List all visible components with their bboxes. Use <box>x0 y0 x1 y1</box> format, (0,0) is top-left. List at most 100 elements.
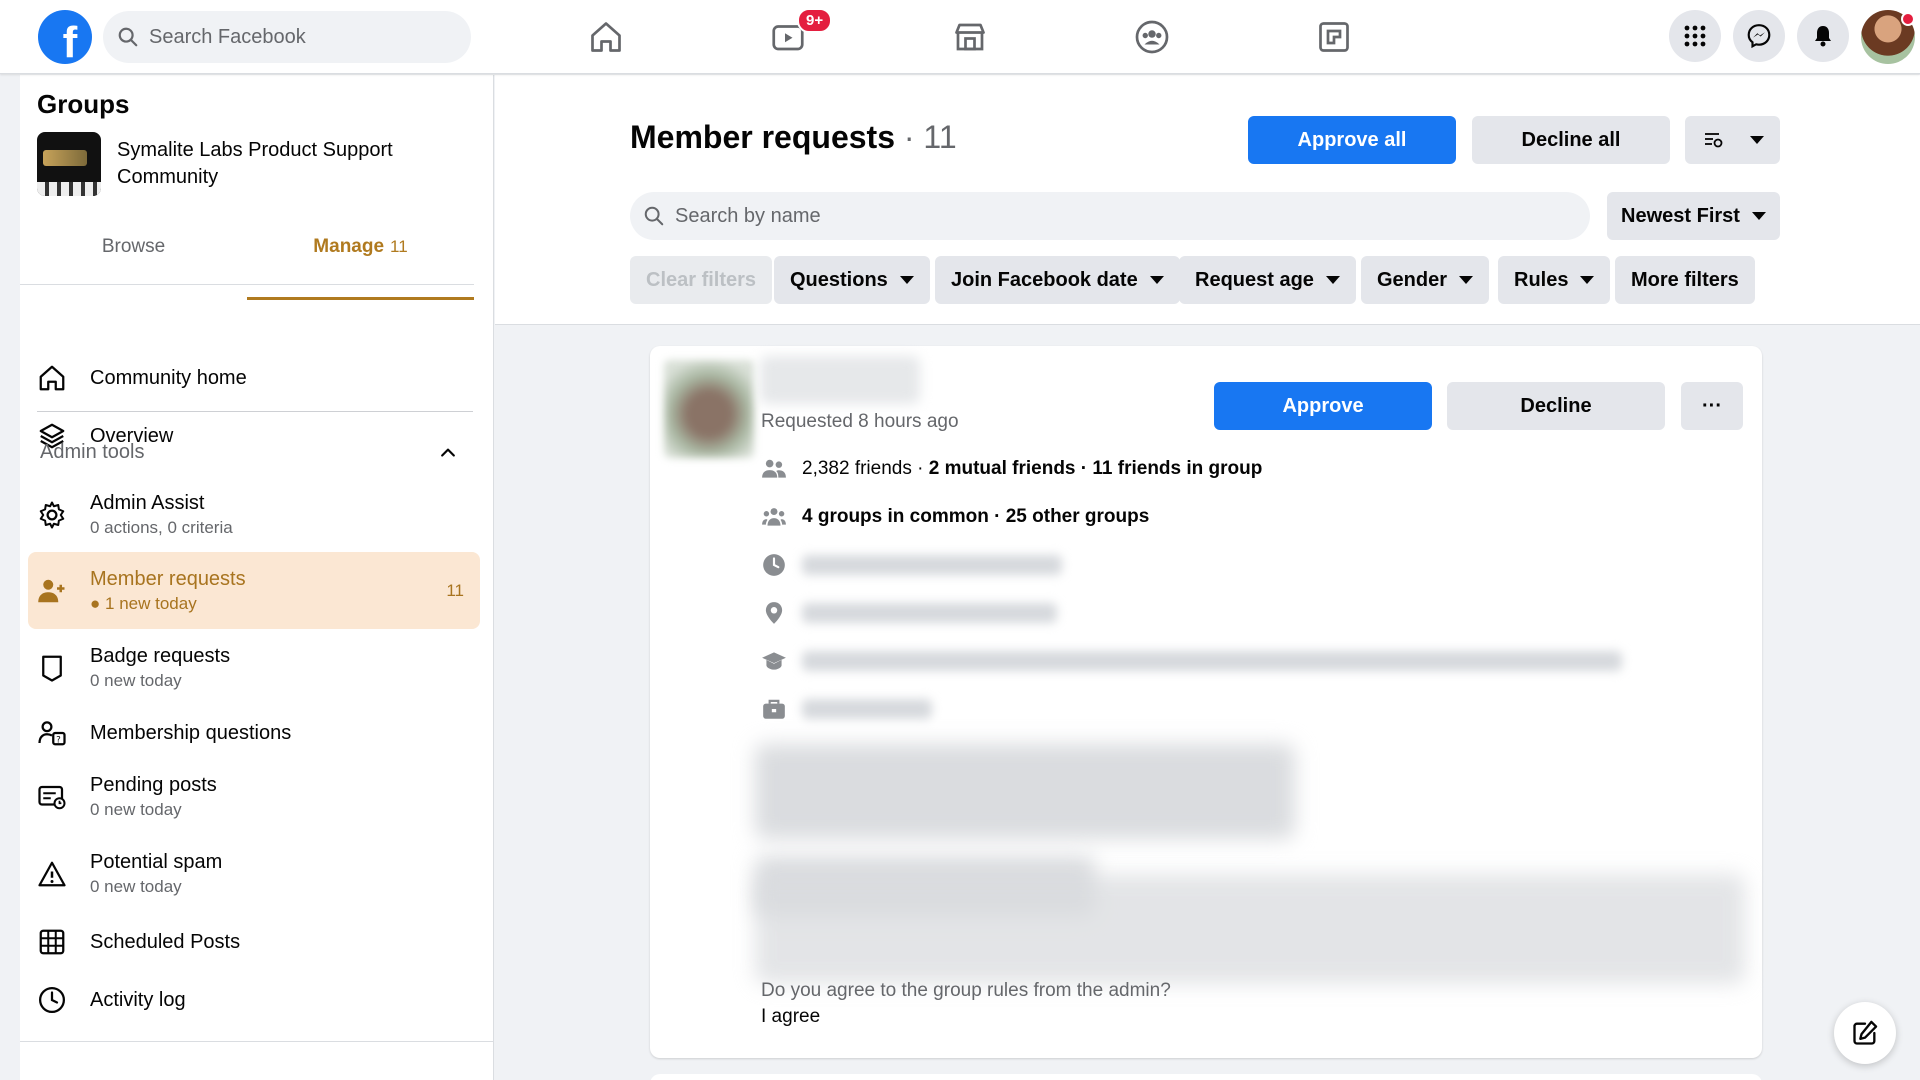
top-navigation-bar: f Search Facebook 9+ <box>0 0 1920 74</box>
sort-dropdown[interactable]: Newest First <box>1607 192 1780 240</box>
education-info-blurred <box>760 648 1622 674</box>
admin-tools-heading: Admin tools <box>40 441 145 463</box>
graduation-cap-icon <box>762 652 786 670</box>
manage-count: 11 <box>390 237 408 256</box>
sidebar-item-member-requests[interactable]: Member requests ● 1 new today 11 <box>28 552 480 629</box>
chevron-down-icon <box>899 276 914 284</box>
requester-avatar[interactable] <box>664 360 754 458</box>
sidebar-item-membership-questions[interactable]: ? Membership questions <box>28 707 480 759</box>
chevron-up-icon[interactable] <box>438 443 458 463</box>
watch-badge: 9+ <box>797 8 833 33</box>
grid-menu-icon <box>1684 25 1706 47</box>
warning-icon <box>38 861 66 887</box>
clock-icon <box>39 987 65 1013</box>
chevron-down-icon <box>1749 136 1764 144</box>
new-message-button[interactable] <box>1834 1002 1896 1064</box>
nav-watch[interactable]: 9+ <box>697 0 879 74</box>
tab-manage[interactable]: Manage 11 <box>247 225 474 300</box>
page-title: Member requests · 11 <box>630 119 957 155</box>
questions-filter[interactable]: Questions <box>774 256 930 304</box>
requests-count: · 11 <box>903 119 957 155</box>
groups-info: 4 groups in common · 25 other groups <box>760 504 1149 530</box>
join-date-filter[interactable]: Join Facebook date <box>935 256 1180 304</box>
rules-question: Do you agree to the group rules from the… <box>761 980 1171 1001</box>
chevron-down-icon <box>1325 276 1340 284</box>
compose-icon <box>1853 1020 1878 1045</box>
nav-groups[interactable] <box>1061 0 1243 74</box>
friends-info: 2,382 friends · 2 mutual friends · 11 fr… <box>760 456 1262 482</box>
menu-button[interactable] <box>1669 10 1721 62</box>
main-nav-tabs: 9+ <box>515 0 1425 74</box>
sidebar-item-scheduled-posts[interactable]: Scheduled Posts <box>28 916 480 968</box>
sidebar-tabs: Browse Manage 11 <box>20 225 474 300</box>
approve-button[interactable]: Approve <box>1214 382 1432 430</box>
nav-home[interactable] <box>515 0 697 74</box>
groups-icon <box>762 508 786 526</box>
groups-sidebar: Groups Symalite Labs Product Support Com… <box>20 75 494 1080</box>
decline-button[interactable]: Decline <box>1447 382 1665 430</box>
approve-all-button[interactable]: Approve all <box>1248 116 1456 164</box>
gaming-icon <box>1319 22 1349 52</box>
friends-icon <box>762 459 786 478</box>
member-requests-header: Member requests · 11 Approve all Decline… <box>495 75 1920 325</box>
search-icon <box>118 27 138 47</box>
calendar-grid-icon <box>39 929 65 955</box>
notification-dot <box>1901 12 1915 26</box>
next-request-card <box>650 1074 1762 1080</box>
messenger-button[interactable] <box>1733 10 1785 62</box>
sidebar-divider <box>37 411 473 412</box>
chevron-down-icon <box>1149 276 1164 284</box>
request-time: Requested 8 hours ago <box>761 411 959 432</box>
requester-name-blurred[interactable] <box>760 356 920 404</box>
badge-icon <box>42 655 62 682</box>
account-controls <box>1669 10 1915 64</box>
clear-filters-button[interactable]: Clear filters <box>630 256 773 304</box>
decline-all-button[interactable]: Decline all <box>1472 116 1670 164</box>
sidebar-item-community-home[interactable]: Community home <box>28 352 480 404</box>
facebook-search-input[interactable]: Search Facebook <box>103 11 471 63</box>
marketplace-icon <box>955 23 985 51</box>
gender-filter[interactable]: Gender <box>1361 256 1490 304</box>
questions-icon: ? <box>38 721 66 746</box>
search-icon <box>644 206 664 226</box>
person-add-icon <box>38 579 65 602</box>
sidebar-item-activity-log[interactable]: Activity log <box>28 974 480 1026</box>
location-pin-icon <box>765 602 783 624</box>
svg-text:?: ? <box>56 735 61 745</box>
search-placeholder: Search Facebook <box>149 25 306 48</box>
pending-posts-icon <box>38 785 66 810</box>
answer-blurred-3 <box>755 874 1745 984</box>
sidebar-item-admin-assist[interactable]: Admin Assist 0 actions, 0 criteria <box>28 485 480 545</box>
briefcase-icon <box>763 699 785 719</box>
more-filters-button[interactable]: More filters <box>1615 256 1755 304</box>
member-request-card: Requested 8 hours ago Approve Decline ··… <box>650 346 1762 1058</box>
nav-marketplace[interactable] <box>879 0 1061 74</box>
rules-filter[interactable]: Rules <box>1498 256 1611 304</box>
member-requests-count: 11 <box>446 580 464 600</box>
sidebar-title: Groups <box>37 89 130 119</box>
home-icon <box>39 365 65 391</box>
answer-blurred-1 <box>755 744 1295 839</box>
tab-browse[interactable]: Browse <box>20 225 247 284</box>
location-info-blurred <box>760 600 1057 626</box>
group-name: Symalite Labs Product Support Community <box>117 139 393 188</box>
nav-gaming[interactable] <box>1243 0 1425 74</box>
filter-settings-icon <box>1704 133 1722 148</box>
chevron-down-icon <box>1459 276 1474 284</box>
profile-avatar[interactable] <box>1861 10 1915 64</box>
group-header[interactable]: Symalite Labs Product Support Community <box>37 132 437 196</box>
request-age-filter[interactable]: Request age <box>1179 256 1356 304</box>
facebook-logo[interactable]: f <box>38 10 92 64</box>
groups-icon <box>1135 20 1169 54</box>
messenger-icon <box>1747 24 1771 49</box>
gear-icon <box>39 501 65 529</box>
home-icon <box>591 22 621 52</box>
search-by-name-input[interactable]: Search by name <box>630 192 1590 240</box>
chevron-down-icon <box>1751 212 1766 220</box>
notifications-button[interactable] <box>1797 10 1849 62</box>
more-options-button[interactable]: ··· <box>1681 382 1743 430</box>
sidebar-item-potential-spam[interactable]: Potential spam 0 new today <box>28 844 480 904</box>
bulk-settings-dropdown[interactable] <box>1685 116 1780 164</box>
sidebar-item-pending-posts[interactable]: Pending posts 0 new today <box>28 767 480 827</box>
sidebar-item-badge-requests[interactable]: Badge requests 0 new today <box>28 638 480 698</box>
